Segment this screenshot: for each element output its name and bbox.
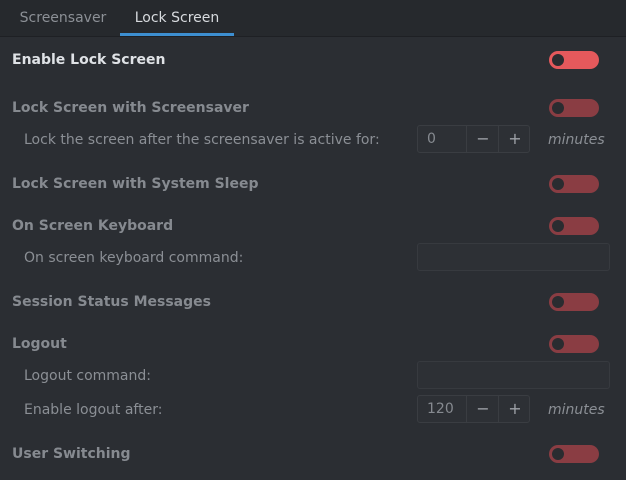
toggle-knob xyxy=(552,54,564,66)
osk-command-row: On screen keyboard command: xyxy=(0,243,626,271)
toggle-knob xyxy=(552,338,564,350)
lock-after-value[interactable]: 0 xyxy=(427,126,436,152)
lock-with-screensaver-row: Lock Screen with Screensaver xyxy=(0,96,626,120)
toggle-knob xyxy=(552,178,564,190)
logout-row: Logout xyxy=(0,332,626,356)
tab-bar: Screensaver Lock Screen xyxy=(0,0,626,37)
tab-lock-screen[interactable]: Lock Screen xyxy=(120,0,234,36)
session-status-toggle[interactable] xyxy=(549,293,599,311)
user-switching-row: User Switching xyxy=(0,442,626,466)
session-status-row: Session Status Messages xyxy=(0,290,626,314)
lock-with-sleep-label: Lock Screen with System Sleep xyxy=(12,176,259,192)
lock-after-unit: minutes xyxy=(548,132,605,148)
logout-after-spinbox[interactable]: 120 − + xyxy=(417,395,530,423)
session-status-label: Session Status Messages xyxy=(12,294,211,310)
on-screen-keyboard-toggle[interactable] xyxy=(549,217,599,235)
logout-command-input[interactable] xyxy=(417,361,610,389)
toggle-knob xyxy=(552,102,564,114)
logout-command-label: Logout command: xyxy=(24,368,151,384)
logout-after-label: Enable logout after: xyxy=(24,402,163,418)
osk-command-input[interactable] xyxy=(417,243,610,271)
osk-command-label: On screen keyboard command: xyxy=(24,250,244,266)
logout-toggle[interactable] xyxy=(549,335,599,353)
toggle-knob xyxy=(552,220,564,232)
lock-after-label: Lock the screen after the screensaver is… xyxy=(24,132,380,148)
lock-after-decrement-button[interactable]: − xyxy=(466,126,499,152)
logout-after-decrement-button[interactable]: − xyxy=(466,396,499,422)
on-screen-keyboard-label: On Screen Keyboard xyxy=(12,218,174,234)
lock-after-increment-button[interactable]: + xyxy=(498,126,531,152)
logout-command-row: Logout command: xyxy=(0,361,626,389)
user-switching-label: User Switching xyxy=(12,446,131,462)
logout-after-row: Enable logout after: 120 − + minutes xyxy=(0,395,626,423)
on-screen-keyboard-row: On Screen Keyboard xyxy=(0,214,626,238)
enable-lock-screen-row: Enable Lock Screen xyxy=(0,48,626,72)
user-switching-toggle[interactable] xyxy=(549,445,599,463)
lock-with-screensaver-label: Lock Screen with Screensaver xyxy=(12,100,249,116)
logout-after-unit: minutes xyxy=(548,402,605,418)
enable-lock-screen-toggle[interactable] xyxy=(549,51,599,69)
active-tab-indicator xyxy=(120,33,234,36)
toggle-knob xyxy=(552,448,564,460)
logout-after-value[interactable]: 120 xyxy=(427,396,454,422)
tab-screensaver[interactable]: Screensaver xyxy=(10,0,116,36)
toggle-knob xyxy=(552,296,564,308)
lock-screen-panel: Enable Lock Screen Lock Screen with Scre… xyxy=(0,37,626,480)
lock-with-screensaver-toggle[interactable] xyxy=(549,99,599,117)
logout-after-increment-button[interactable]: + xyxy=(498,396,531,422)
logout-label: Logout xyxy=(12,336,67,352)
enable-lock-screen-label: Enable Lock Screen xyxy=(12,52,166,68)
lock-with-sleep-row: Lock Screen with System Sleep xyxy=(0,172,626,196)
lock-after-row: Lock the screen after the screensaver is… xyxy=(0,125,626,153)
lock-after-spinbox[interactable]: 0 − + xyxy=(417,125,530,153)
lock-with-sleep-toggle[interactable] xyxy=(549,175,599,193)
